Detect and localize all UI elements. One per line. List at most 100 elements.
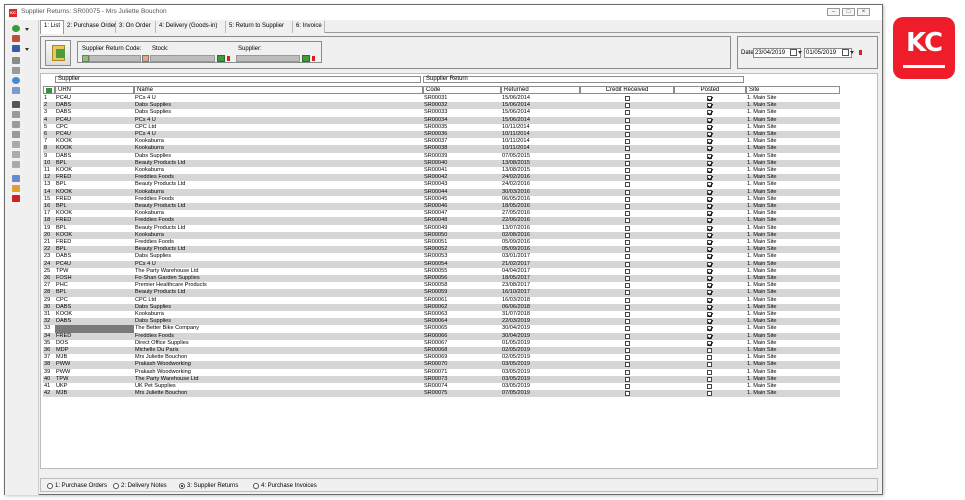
document-icon[interactable] bbox=[12, 175, 20, 182]
posted-checkbox[interactable] bbox=[707, 204, 712, 209]
posted-checkbox[interactable] bbox=[707, 232, 712, 238]
tab-return-to-supplier[interactable]: 5: Return to Supplier bbox=[226, 21, 293, 33]
credit-received-checkbox[interactable] bbox=[625, 132, 630, 137]
credit-received-checkbox[interactable] bbox=[625, 348, 630, 353]
posted-checkbox[interactable] bbox=[707, 153, 712, 159]
posted-checkbox[interactable] bbox=[707, 103, 712, 109]
credit-received-checkbox[interactable] bbox=[625, 96, 630, 101]
posted-checkbox[interactable] bbox=[707, 304, 712, 310]
credit-received-checkbox[interactable] bbox=[625, 333, 630, 339]
credit-received-checkbox[interactable] bbox=[625, 326, 630, 332]
help-icon[interactable] bbox=[12, 185, 20, 192]
posted-checkbox[interactable] bbox=[707, 96, 712, 101]
table-row[interactable]: 34 FRED Freddies Foods SR00066 30/04/2019 1. … bbox=[43, 332, 840, 340]
posted-checkbox[interactable] bbox=[707, 189, 712, 195]
posted-checkbox[interactable] bbox=[707, 369, 712, 375]
table-row[interactable]: 5 CPC CPC Ltd SR00035 10/11/2014 1. Main Site bbox=[43, 123, 840, 131]
table-row[interactable]: 8 KOOK Kookaburra SR00038 10/11/2014 1. Main … bbox=[43, 145, 840, 153]
table-row[interactable]: 24 PC4U PCs 4 U SR00054 21/02/2017 1. Main Si… bbox=[43, 260, 840, 268]
table-row[interactable]: 1 PC4U PCs 4 U SR00031 15/06/2014 1. Main Sit… bbox=[43, 95, 840, 103]
posted-checkbox[interactable] bbox=[707, 391, 712, 397]
filter-icon[interactable] bbox=[12, 57, 20, 64]
table-row[interactable]: 10 BPL Beauty Products Ltd SR00040 13/08/201… bbox=[43, 159, 840, 167]
settings-icon[interactable] bbox=[12, 161, 20, 168]
table-row[interactable]: 3 DABS Dabs Supplies SR00033 15/06/2014 1. Ma… bbox=[43, 109, 840, 117]
posted-checkbox[interactable] bbox=[707, 247, 712, 253]
credit-received-checkbox[interactable] bbox=[625, 139, 630, 145]
table-row[interactable]: 33 BB The Better Bike Company SR00065 30/04/… bbox=[43, 325, 840, 333]
table-row[interactable]: 26 FOSH Fo-Shan Garden Supplies SR00056 18/0… bbox=[43, 275, 840, 283]
posted-checkbox[interactable] bbox=[707, 146, 712, 152]
maximize-icon[interactable]: □ bbox=[842, 8, 855, 16]
credit-received-checkbox[interactable] bbox=[625, 312, 630, 317]
posted-checkbox[interactable] bbox=[707, 261, 712, 267]
chevron-down-icon[interactable] bbox=[798, 51, 802, 54]
table-row[interactable]: 30 DABS Dabs Supplies SR00062 06/06/2018 1. M… bbox=[43, 303, 840, 311]
table-row[interactable]: 20 KOOK Kookaburra SR00050 02/08/2016 1. Main… bbox=[43, 231, 840, 239]
report-dropdown-icon[interactable] bbox=[25, 48, 29, 51]
table-row[interactable]: 17 KOOK Kookaburra SR00047 27/05/2016 1. Main… bbox=[43, 210, 840, 218]
exit-icon[interactable] bbox=[12, 195, 20, 202]
credit-received-checkbox[interactable] bbox=[625, 182, 630, 188]
credit-received-checkbox[interactable] bbox=[625, 268, 630, 274]
tab-on-order[interactable]: 3: On Order bbox=[116, 21, 156, 33]
report-icon[interactable] bbox=[12, 45, 20, 52]
table-row[interactable]: 27 PHC Premier Healthcare Products SR00058 2… bbox=[43, 282, 840, 290]
column-header-site[interactable]: Site bbox=[746, 86, 840, 94]
posted-checkbox[interactable] bbox=[707, 355, 712, 361]
credit-received-checkbox[interactable] bbox=[625, 290, 630, 296]
radio-button-icon[interactable] bbox=[113, 483, 119, 489]
tab-invoice[interactable]: 6: Invoice bbox=[293, 21, 325, 33]
table-row[interactable]: 39 PWW Prakash Woodworking SR00071 03/05/201… bbox=[43, 368, 840, 376]
chevron-down-icon[interactable] bbox=[850, 51, 854, 54]
posted-checkbox[interactable] bbox=[707, 384, 712, 389]
posted-checkbox[interactable] bbox=[707, 124, 712, 130]
table-row[interactable]: 14 KOOK Kookaburra SR00044 30/03/2016 1. Main… bbox=[43, 188, 840, 196]
tab-delivery[interactable]: 4: Delivery (Goods-in) bbox=[156, 21, 226, 33]
posted-checkbox[interactable] bbox=[707, 268, 712, 274]
table-row[interactable]: 22 BPL Beauty Products Ltd SR00052 05/09/201… bbox=[43, 246, 840, 254]
credit-received-checkbox[interactable] bbox=[625, 124, 630, 130]
posted-checkbox[interactable] bbox=[707, 117, 712, 123]
credit-received-checkbox[interactable] bbox=[625, 340, 630, 346]
table-row[interactable]: 38 PWW Prakash Woodworking SR00070 03/05/201… bbox=[43, 361, 840, 369]
table-row[interactable]: 2 DABS Dabs Supplies SR00032 15/06/2014 1. Ma… bbox=[43, 102, 840, 110]
date-clear-icon[interactable] bbox=[859, 50, 862, 55]
stock-input[interactable] bbox=[150, 55, 215, 62]
delete-icon[interactable] bbox=[12, 141, 20, 148]
new-return-button[interactable] bbox=[45, 40, 71, 66]
credit-received-checkbox[interactable] bbox=[625, 117, 630, 123]
posted-checkbox[interactable] bbox=[707, 175, 712, 181]
table-row[interactable]: 23 DABS Dabs Supplies SR00053 03/01/2017 1. M… bbox=[43, 253, 840, 261]
credit-received-checkbox[interactable] bbox=[625, 261, 630, 267]
credit-received-checkbox[interactable] bbox=[625, 218, 630, 224]
credit-received-checkbox[interactable] bbox=[625, 369, 630, 375]
table-row[interactable]: 32 DABS Dabs Supplies SR00064 22/03/2019 1. M… bbox=[43, 318, 840, 326]
credit-received-checkbox[interactable] bbox=[625, 384, 630, 389]
credit-received-checkbox[interactable] bbox=[625, 153, 630, 159]
posted-checkbox[interactable] bbox=[707, 340, 712, 346]
posted-checkbox[interactable] bbox=[707, 110, 712, 116]
posted-checkbox[interactable] bbox=[707, 211, 712, 217]
edit-icon[interactable] bbox=[12, 35, 20, 42]
lock-icon[interactable] bbox=[12, 151, 20, 158]
column-header-code[interactable]: Code bbox=[423, 86, 501, 94]
credit-received-checkbox[interactable] bbox=[625, 189, 630, 195]
credit-received-checkbox[interactable] bbox=[625, 283, 630, 289]
table-row[interactable]: 25 TPW The Party Warehouse Ltd SR00055 04/04… bbox=[43, 267, 840, 275]
credit-received-checkbox[interactable] bbox=[625, 276, 630, 281]
add-icon[interactable] bbox=[12, 25, 20, 32]
credit-received-checkbox[interactable] bbox=[625, 304, 630, 310]
supplier-return-code-input[interactable] bbox=[89, 55, 141, 62]
credit-received-checkbox[interactable] bbox=[625, 247, 630, 253]
credit-received-checkbox[interactable] bbox=[625, 362, 630, 368]
refresh-icon[interactable] bbox=[12, 77, 20, 84]
radio-button-icon[interactable] bbox=[47, 483, 53, 489]
table-row[interactable]: 13 BPL Beauty Products Ltd SR00043 24/02/201… bbox=[43, 181, 840, 189]
table-row[interactable]: 40 TPW The Party Warehouse Ltd SR00073 03/05… bbox=[43, 375, 840, 383]
table-row[interactable]: 16 BPL Beauty Products Ltd SR00046 18/05/201… bbox=[43, 203, 840, 211]
table-row[interactable]: 28 BPL Beauty Products Ltd SR00059 16/10/201… bbox=[43, 289, 840, 297]
table-row[interactable]: 29 CPC CPC Ltd SR00061 16/03/2018 1. Main Sit… bbox=[43, 296, 840, 304]
table-row[interactable]: 18 FRED Freddies Foods SR00048 22/06/2016 1. … bbox=[43, 217, 840, 225]
credit-received-checkbox[interactable] bbox=[625, 196, 630, 202]
